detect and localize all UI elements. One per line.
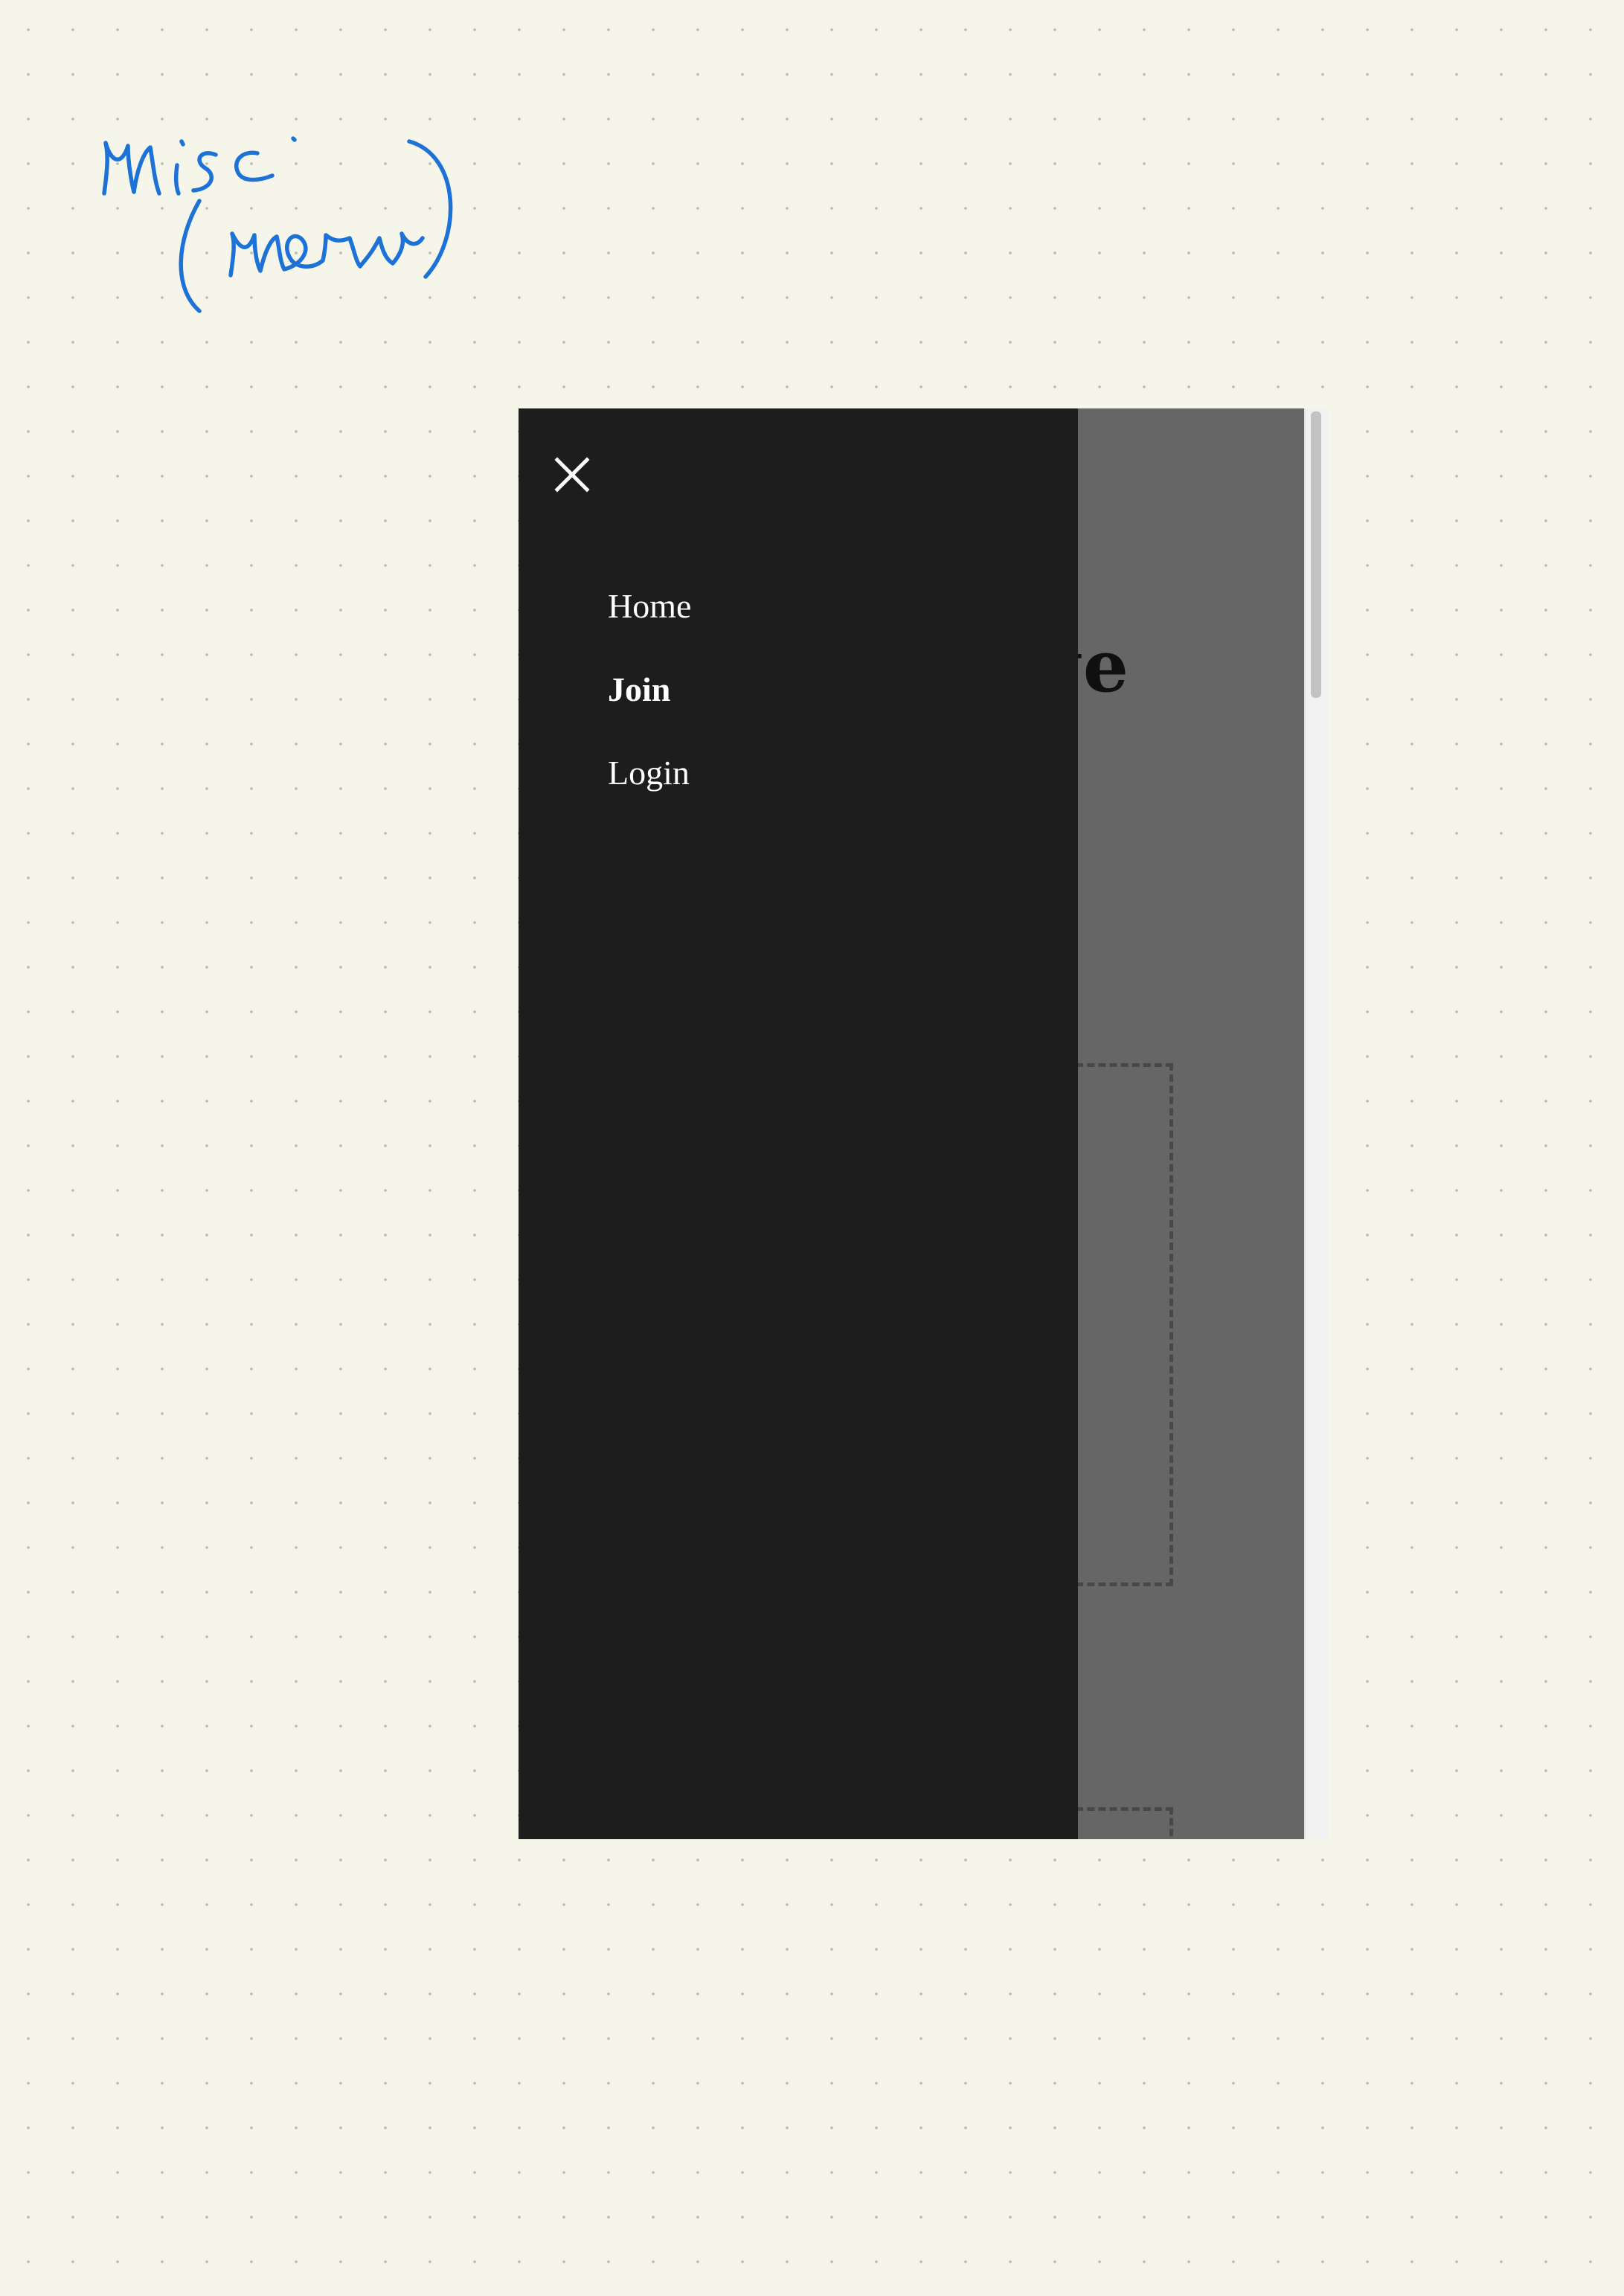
nav-drawer: Home Join Login (519, 408, 1078, 1839)
menu-item-home: Home (608, 565, 691, 648)
nav-menu: Home Join Login (608, 565, 691, 815)
close-menu-button[interactable] (547, 449, 597, 500)
scrollbar-thumb[interactable] (1311, 411, 1321, 698)
scrollbar[interactable] (1304, 408, 1328, 1839)
handwritten-note (102, 136, 453, 313)
menu-item-login: Login (608, 731, 691, 815)
menu-item-join: Join (608, 648, 691, 731)
menu-link-join[interactable]: Join (608, 648, 670, 731)
mobile-screen: ge Home Join Login (519, 408, 1328, 1839)
close-icon (554, 457, 590, 493)
menu-link-home[interactable]: Home (608, 565, 691, 648)
menu-link-login[interactable]: Login (608, 731, 690, 815)
